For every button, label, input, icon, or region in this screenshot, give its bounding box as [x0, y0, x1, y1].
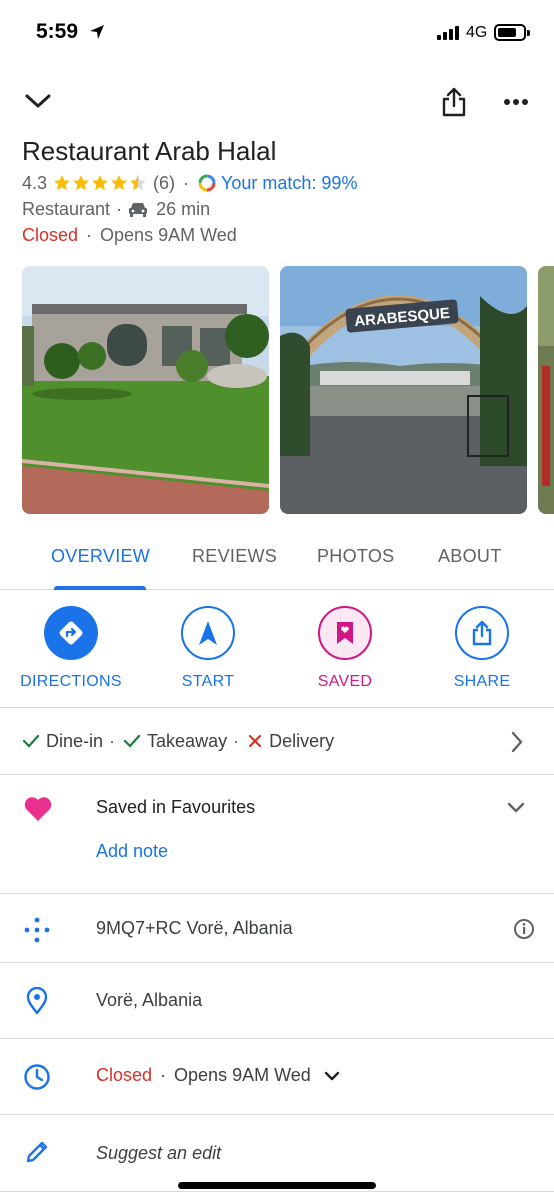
status-time: 5:59: [36, 20, 79, 43]
photo-restaurant-building[interactable]: [22, 266, 269, 514]
closed-status: Closed: [22, 224, 79, 245]
chevron-down-icon[interactable]: [506, 801, 526, 815]
tab-about[interactable]: ABOUT: [438, 546, 502, 567]
plus-code-icon: [24, 917, 50, 943]
location-arrow-icon: [90, 25, 104, 39]
service-options-row[interactable]: Dine-in · Takeaway · Delivery: [0, 708, 554, 775]
start-label: START: [181, 673, 235, 690]
bookmark-heart-icon: [318, 606, 372, 660]
star-icon: [92, 175, 109, 191]
your-match[interactable]: Your match: 99%: [221, 173, 357, 194]
address-text: Vorë, Albania: [96, 990, 203, 1010]
service-label: Takeaway: [147, 730, 228, 751]
open-status-row: Closed · Opens 9AM Wed: [22, 224, 237, 246]
pencil-icon: [26, 1141, 48, 1163]
navigation-arrow-icon: [181, 606, 235, 660]
service-dine-in: Dine-in: [22, 731, 103, 752]
opens-time: Opens 9AM Wed: [100, 224, 237, 245]
rating-value: 4.3: [22, 172, 48, 193]
chevron-down-icon[interactable]: [24, 90, 52, 112]
saved-list-row: Saved in Favourites Add note: [0, 775, 554, 894]
more-icon[interactable]: [503, 98, 529, 106]
separator-dot: ·: [86, 224, 93, 245]
plus-code-text: 9MQ7+RC Vorë, Albania: [96, 918, 293, 938]
signal-icon: [437, 26, 459, 40]
saved-list-title[interactable]: Saved in Favourites: [96, 797, 255, 818]
directions-label: DIRECTIONS: [20, 673, 122, 690]
drive-time: 26 min: [156, 198, 211, 219]
star-icon: [130, 175, 147, 191]
chevron-down-icon[interactable]: [323, 1070, 341, 1082]
share-label: SHARE: [453, 673, 511, 690]
share-button[interactable]: SHARE: [422, 606, 542, 691]
tab-overview[interactable]: OVERVIEW: [51, 546, 150, 567]
saved-label: SAVED: [317, 673, 373, 690]
action-buttons: DIRECTIONS START SAVED SHARE: [0, 590, 554, 708]
status-bar: 5:59 4G: [0, 0, 554, 66]
separator-dot: ·: [160, 1065, 167, 1085]
review-count: (6): [153, 172, 176, 193]
check-icon: [123, 734, 141, 748]
heart-icon: [24, 797, 52, 821]
separator-dot: ·: [109, 730, 116, 751]
service-label: Delivery: [269, 730, 335, 751]
check-icon: [22, 734, 40, 748]
cross-icon: [248, 734, 262, 748]
suggest-edit-row[interactable]: Suggest an edit: [0, 1115, 554, 1192]
tab-bar: OVERVIEW REVIEWS PHOTOS ABOUT: [0, 532, 554, 590]
photo-partial[interactable]: [538, 266, 554, 514]
separator-dot: ·: [233, 730, 240, 751]
plus-code-row[interactable]: 9MQ7+RC Vorë, Albania: [0, 894, 554, 963]
service-label: Dine-in: [46, 730, 104, 751]
address-row[interactable]: Vorë, Albania: [0, 963, 554, 1039]
tab-reviews[interactable]: REVIEWS: [192, 546, 277, 567]
separator-dot: ·: [116, 198, 123, 219]
meta-row: Restaurant · 26 min: [22, 198, 210, 220]
service-delivery: Delivery: [247, 731, 334, 752]
star-icon: [111, 175, 128, 191]
place-title: Restaurant Arab Halal: [22, 136, 277, 166]
hours-text: Closed · Opens 9AM Wed: [96, 1065, 341, 1086]
home-indicator[interactable]: [178, 1182, 376, 1189]
directions-button[interactable]: DIRECTIONS: [11, 606, 131, 691]
suggest-edit-text[interactable]: Suggest an edit: [96, 1143, 221, 1164]
start-button[interactable]: START: [148, 606, 268, 691]
hours-row[interactable]: Closed · Opens 9AM Wed: [0, 1039, 554, 1115]
share-icon[interactable]: [440, 86, 468, 118]
photo-arabesque-gate[interactable]: ARABESQUE: [280, 266, 527, 514]
place-category: Restaurant: [22, 198, 111, 219]
directions-icon: [44, 606, 98, 660]
car-icon: [129, 203, 148, 217]
star-icon: [73, 175, 90, 191]
separator-dot: ·: [183, 172, 190, 193]
clock-icon: [24, 1064, 50, 1090]
star-icon: [54, 175, 71, 191]
location-pin-icon: [26, 987, 48, 1015]
add-note-link[interactable]: Add note: [96, 841, 168, 862]
service-takeaway: Takeaway: [123, 731, 227, 752]
match-logo-icon: [198, 174, 216, 192]
rating-row[interactable]: 4.3 (6) · Your match: 99%: [22, 172, 357, 194]
battery-icon: [494, 24, 530, 41]
share-icon: [455, 606, 509, 660]
hours-closed-status: Closed: [96, 1065, 153, 1085]
star-rating: [53, 174, 147, 192]
saved-button[interactable]: SAVED: [285, 606, 405, 691]
network-type: 4G: [466, 24, 488, 41]
hours-opens-time: Opens 9AM Wed: [174, 1065, 311, 1085]
info-icon[interactable]: [513, 918, 535, 940]
tab-photos[interactable]: PHOTOS: [317, 546, 394, 567]
chevron-right-icon: [511, 731, 523, 753]
